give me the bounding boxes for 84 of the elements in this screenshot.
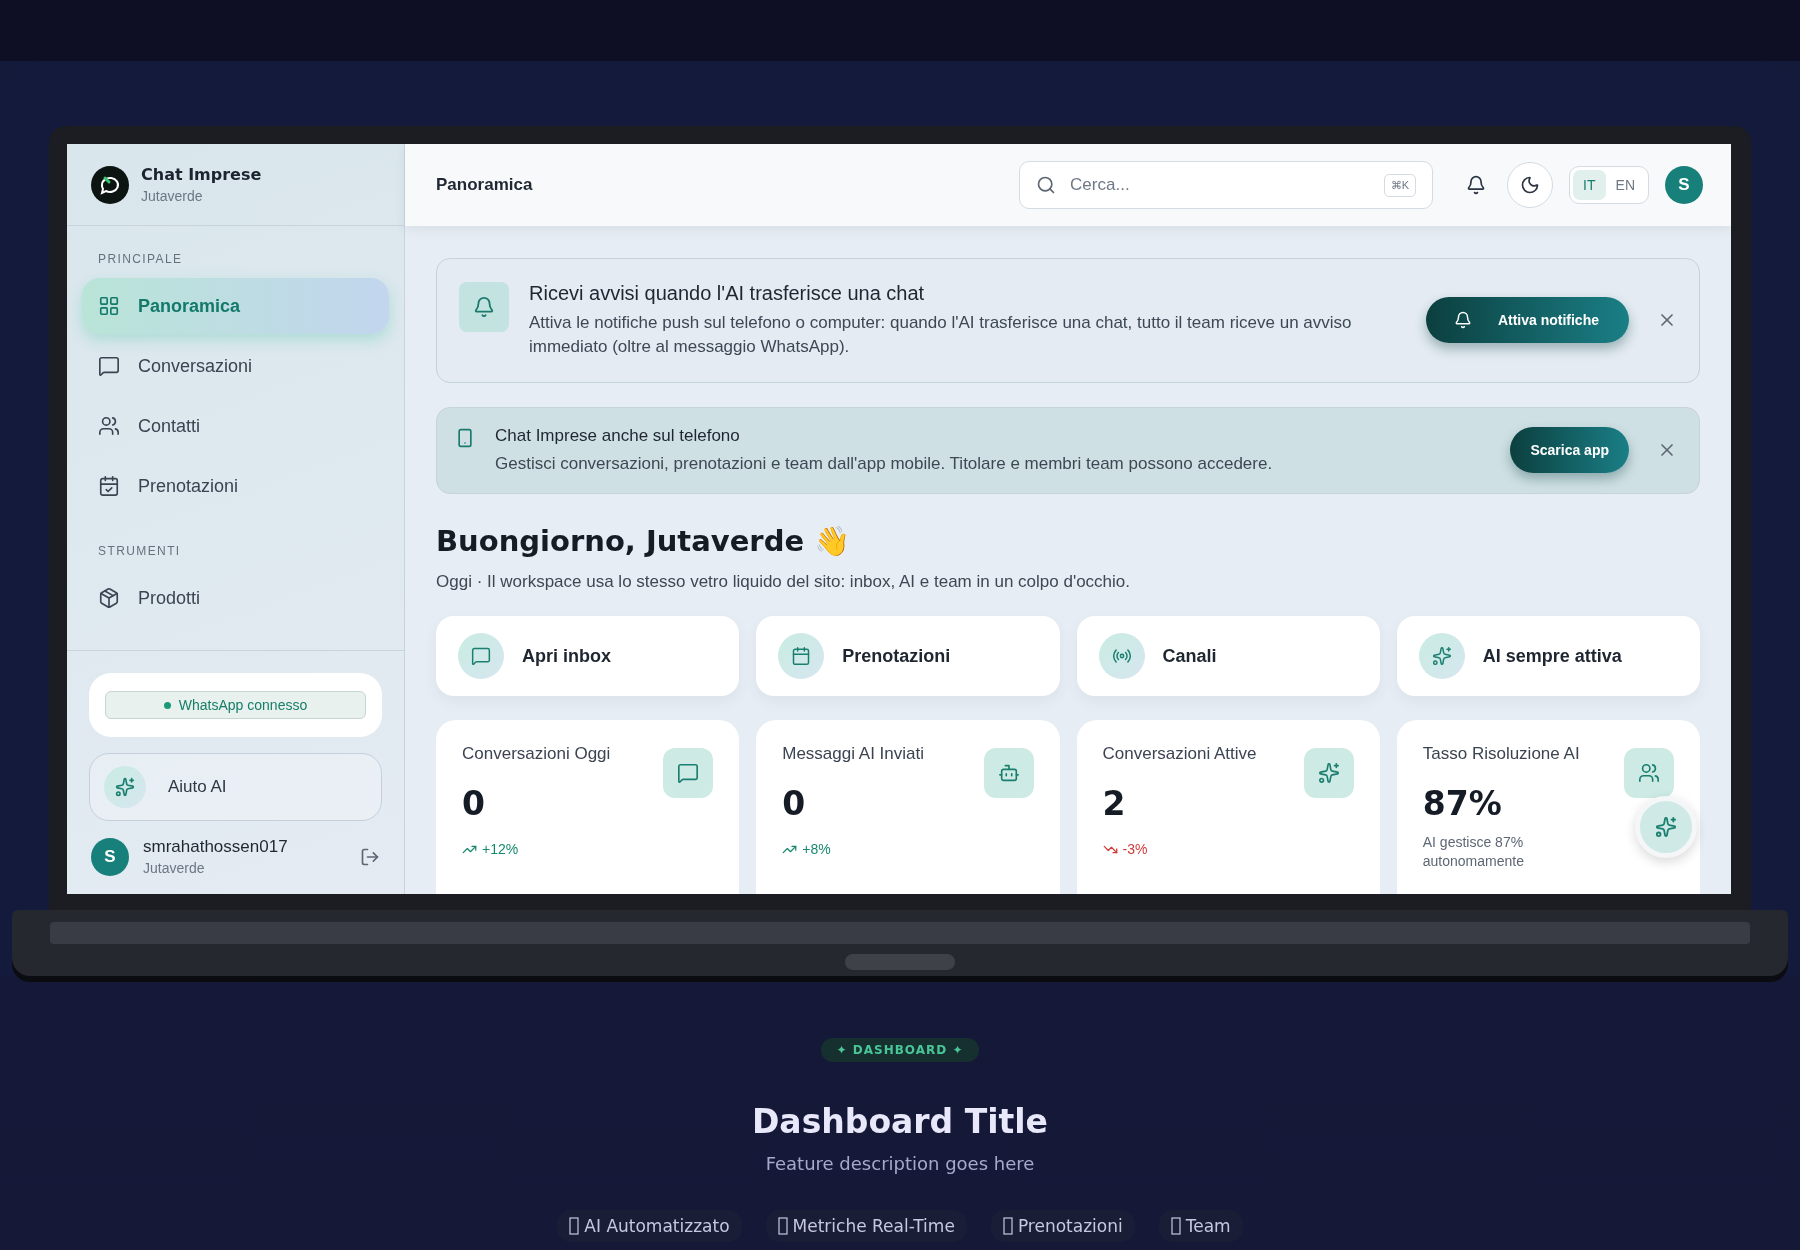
section-title: STRUMENTI — [97, 544, 182, 558]
users-icon — [98, 415, 120, 437]
missing-glyph-icon — [777, 1217, 788, 1235]
greeting-title: Buongiorno, Jutaverde 👋 — [436, 524, 852, 559]
chat-bubble-icon — [471, 646, 491, 667]
chat-bubble-icon — [677, 762, 700, 785]
users-icon — [1638, 762, 1660, 785]
quick-action[interactable]: Canali — [1076, 616, 1380, 697]
section-title: PRINCIPALE — [97, 252, 184, 266]
connection-status: WhatsApp connesso — [105, 691, 366, 719]
trend-value: -3% — [1122, 841, 1148, 858]
language-tab[interactable]: EN — [1605, 170, 1645, 200]
nav-item[interactable]: Conversazioni — [82, 338, 389, 394]
nav-label: Panoramica — [138, 295, 241, 317]
greeting-subtitle: Oggi · Il workspace usa lo stesso vetro liquido del sito: inbox, AI e team in un colpo d'occhio. — [436, 572, 1131, 593]
stat-value: 87% — [1422, 784, 1502, 824]
nav-label: Prodotti — [138, 587, 201, 609]
logo-icon — [91, 165, 129, 204]
banner-title: Chat Imprese anche sul telefono — [495, 425, 741, 446]
stat-label: Tasso Risoluzione AI — [1422, 744, 1581, 765]
nav-label: Prenotazioni — [138, 475, 239, 497]
language-tab[interactable]: IT — [1573, 170, 1606, 200]
phone-icon — [455, 427, 475, 448]
stat-label: Conversazioni Attive — [1102, 744, 1258, 765]
missing-glyph-icon — [1002, 1217, 1013, 1235]
shortcut-hint: ⌘K — [1383, 173, 1417, 197]
logout-icon — [360, 846, 380, 867]
grid-icon — [98, 295, 120, 317]
quick-action[interactable]: Apri inbox — [436, 616, 740, 697]
user-avatar[interactable]: S — [1665, 166, 1703, 204]
bell-icon — [1453, 311, 1472, 330]
section-badge: ✦ DASHBOARD ✦ — [820, 1038, 980, 1062]
trend-value: +8% — [802, 841, 831, 858]
nav-item[interactable]: Prenotazioni — [82, 458, 389, 514]
stat-label: Conversazioni Oggi — [462, 744, 612, 765]
stat-note: AI gestisce 87% autonomamente — [1422, 833, 1525, 872]
user-avatar: S — [91, 837, 129, 876]
search-bar[interactable]: Cerca... ⌘K — [1019, 161, 1434, 209]
theme-toggle[interactable] — [1507, 162, 1554, 208]
stat-label: Messaggi AI Inviati — [782, 744, 925, 765]
banner-button[interactable]: Scarica app — [1510, 427, 1629, 474]
bell-icon — [459, 282, 509, 332]
showcase-subtitle: Feature description goes here — [765, 1153, 1035, 1174]
stat-value: 0 — [782, 784, 806, 824]
brand-name: Chat Imprese — [141, 165, 262, 184]
nav-label: Contatti — [138, 415, 201, 437]
page-title: Panoramica — [436, 175, 533, 195]
nav-item[interactable]: Prodotti — [82, 570, 389, 626]
banner-button[interactable]: Attiva notifiche — [1425, 297, 1629, 344]
sparkles-icon — [1317, 762, 1340, 785]
stat-value: 0 — [462, 784, 485, 824]
nav-label: Conversazioni — [138, 355, 253, 377]
nav-item[interactable]: Panoramica — [82, 278, 389, 334]
user-workspace: Jutaverde — [143, 860, 206, 876]
brand-subtitle: Jutaverde — [141, 188, 204, 204]
trend-value: +12% — [482, 841, 519, 858]
chat-bubble-icon — [98, 355, 120, 377]
nav-item[interactable]: Contatti — [82, 398, 389, 454]
user-name: smrahathossen017 — [143, 837, 289, 857]
sparkles-icon — [1431, 646, 1452, 667]
banner-title: Ricevi avvisi quando l'AI trasferisce una chat — [529, 282, 926, 305]
feature-chip: AI Automatizzato — [557, 1210, 742, 1242]
feature-chip: Team — [1158, 1210, 1243, 1242]
stat-value: 2 — [1102, 784, 1126, 824]
moon-icon — [1520, 175, 1541, 195]
help-button[interactable]: Aiuto AI — [89, 753, 382, 821]
calendar-icon — [791, 646, 812, 667]
package-icon — [98, 587, 120, 609]
quick-action[interactable]: Prenotazioni — [756, 616, 1060, 697]
sparkles-icon — [115, 777, 135, 797]
missing-glyph-icon — [1170, 1217, 1181, 1235]
banner-text: Gestisci conversazioni, prenotazioni e team dall'app mobile. Titolare e membri team possono accedere. — [495, 452, 1274, 475]
banner-text: Attiva le notifiche push sul telefono o computer: quando l'AI trasferisce una chat, tutto il team riceve un avviso immediato (oltre al messaggio WhatsApp). — [529, 312, 1353, 358]
search-input[interactable]: Cerca... — [1068, 174, 1372, 196]
showcase-title: Dashboard Title — [751, 1102, 1048, 1141]
feature-chip: Prenotazioni — [990, 1210, 1135, 1242]
bell-icon — [1466, 175, 1487, 195]
missing-glyph-icon — [569, 1217, 580, 1235]
calendar-icon — [98, 475, 120, 497]
feature-chip: Metriche Real-Time — [765, 1210, 967, 1242]
quick-action[interactable]: AI sempre attiva — [1396, 616, 1700, 697]
sparkles-icon — [1655, 816, 1677, 838]
search-icon — [1036, 175, 1057, 195]
logout-button[interactable] — [360, 846, 380, 867]
